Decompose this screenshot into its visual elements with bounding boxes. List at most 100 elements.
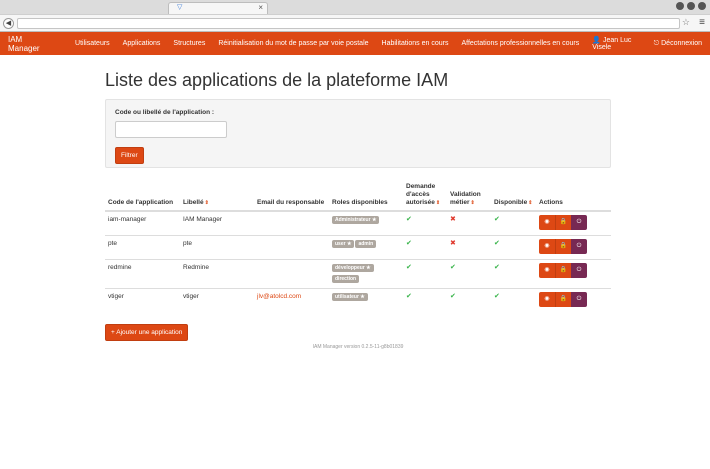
sort-icon: ⇕ bbox=[435, 200, 441, 206]
window-close-icon[interactable] bbox=[698, 2, 706, 10]
filter-button[interactable]: Filtrer bbox=[115, 147, 144, 164]
cell-validation: ✔ bbox=[447, 258, 491, 288]
role-badge: direction bbox=[332, 274, 360, 283]
cell-validation: ✖ bbox=[447, 234, 491, 259]
check-icon: ✔ bbox=[406, 239, 412, 247]
cell-disponible: ✔ bbox=[491, 287, 536, 312]
power-icon[interactable]: ⏻ bbox=[571, 215, 587, 230]
cell-roles: développeur ★ direction bbox=[329, 258, 403, 288]
cell-actions: ◉ 🔒 ⏻ bbox=[536, 210, 611, 235]
main-content: Liste des applications de la plateforme … bbox=[105, 70, 611, 350]
role-badge: utilisateur ★ bbox=[332, 292, 368, 301]
header-email: Email du responsable bbox=[254, 181, 329, 212]
browser-menu-icon[interactable]: ≡ bbox=[699, 17, 705, 28]
tab-close-icon[interactable]: × bbox=[258, 3, 263, 13]
cell-libelle: pte bbox=[180, 234, 254, 259]
logout-icon: ⎋ bbox=[653, 39, 660, 47]
cell-roles: user ★ admin bbox=[329, 234, 403, 259]
cell-email: jlv@atolcd.com bbox=[254, 287, 329, 312]
view-eye-icon[interactable]: ◉ bbox=[539, 215, 555, 230]
applications-table: Code de l'application Libellé⇕ Email du … bbox=[105, 181, 611, 312]
cell-roles: Administrateur ★ bbox=[329, 210, 403, 235]
cell-actions: ◉ 🔒 ⏻ bbox=[536, 234, 611, 259]
table-row: vtiger vtiger jlv@atolcd.com utilisateur… bbox=[105, 287, 611, 312]
view-eye-icon[interactable]: ◉ bbox=[539, 238, 555, 254]
cell-demande: ✔ bbox=[403, 234, 447, 259]
nav-item-applications[interactable]: Applications bbox=[123, 40, 161, 47]
cell-disponible: ✔ bbox=[491, 258, 536, 288]
sort-icon: ⇕ bbox=[204, 200, 209, 206]
power-icon[interactable]: ⏻ bbox=[571, 238, 587, 254]
cell-actions: ◉ 🔒 ⏻ bbox=[536, 287, 611, 312]
table-header-row: Code de l'application Libellé⇕ Email du … bbox=[105, 181, 611, 212]
filter-label: Code ou libellé de l'application : bbox=[115, 109, 215, 116]
check-icon: ✔ bbox=[494, 292, 500, 300]
lock-icon[interactable]: 🔒 bbox=[555, 291, 571, 307]
role-badge: Administrateur ★ bbox=[332, 216, 380, 224]
email-link[interactable]: jlv@atolcd.com bbox=[257, 293, 301, 300]
bookmark-star-icon[interactable]: ☆ bbox=[682, 17, 690, 28]
header-actions: Actions bbox=[536, 181, 611, 212]
check-icon: ✔ bbox=[406, 292, 412, 300]
check-icon: ✔ bbox=[450, 263, 456, 271]
window-controls bbox=[676, 2, 706, 10]
role-badge: user ★ bbox=[332, 239, 355, 248]
brand-link[interactable]: IAM Manager bbox=[8, 35, 51, 53]
table-row: redmine Redmine développeur ★ direction ✔… bbox=[105, 258, 611, 288]
page-title: Liste des applications de la plateforme … bbox=[105, 70, 449, 90]
header-libelle[interactable]: Libellé⇕ bbox=[180, 181, 254, 212]
cell-libelle: Redmine bbox=[180, 258, 254, 288]
add-application-button[interactable]: + Ajouter une application bbox=[105, 324, 189, 341]
cell-validation: ✔ bbox=[447, 287, 491, 312]
nav-user-link[interactable]: 👤 Jean Luc Visele bbox=[592, 36, 639, 51]
view-eye-icon[interactable]: ◉ bbox=[539, 262, 555, 278]
sort-icon: ⇕ bbox=[528, 200, 533, 206]
browser-chrome: ▽ × ◀ ☆ ≡ bbox=[0, 0, 710, 32]
nav-item-reinitialisation[interactable]: Réinitialisation du mot de passe par voi… bbox=[218, 40, 368, 47]
cell-email bbox=[254, 234, 329, 259]
nav-right: 👤 Jean Luc Visele ⎋ Déconnexion bbox=[592, 36, 702, 51]
url-bar[interactable] bbox=[17, 18, 680, 29]
filter-input[interactable] bbox=[115, 121, 227, 138]
view-eye-icon[interactable]: ◉ bbox=[539, 291, 555, 307]
window-maximize-icon[interactable] bbox=[687, 2, 695, 10]
cell-demande: ✔ bbox=[403, 258, 447, 288]
cell-actions: ◉ 🔒 ⏻ bbox=[536, 258, 611, 288]
header-validation[interactable]: Validation métier⇕ bbox=[447, 181, 491, 212]
nav-item-habilitations[interactable]: Habilitations en cours bbox=[382, 40, 449, 47]
nav-logout-link[interactable]: ⎋ Déconnexion bbox=[654, 40, 702, 48]
filter-panel: Code ou libellé de l'application : Filtr… bbox=[105, 99, 611, 168]
check-icon: ✔ bbox=[494, 216, 500, 223]
window-minimize-icon[interactable] bbox=[676, 2, 684, 10]
back-icon[interactable]: ◀ bbox=[3, 18, 14, 29]
sort-icon: ⇕ bbox=[470, 200, 475, 206]
header-code[interactable]: Code de l'application bbox=[105, 181, 180, 212]
cell-code: iam-manager bbox=[105, 210, 180, 235]
table-row: iam-manager IAM Manager Administrateur ★… bbox=[105, 210, 611, 235]
cell-email bbox=[254, 210, 329, 235]
cell-email bbox=[254, 258, 329, 288]
lock-icon[interactable]: 🔒 bbox=[555, 238, 571, 254]
cell-roles: utilisateur ★ bbox=[329, 287, 403, 312]
cell-disponible: ✔ bbox=[491, 210, 536, 235]
header-disponible[interactable]: Disponible⇕ bbox=[491, 181, 536, 212]
power-icon[interactable]: ⏻ bbox=[571, 291, 587, 307]
footer-version: IAM Manager version 0.2.5-11-g8b01839 bbox=[312, 344, 404, 350]
lock-icon[interactable]: 🔒 bbox=[555, 215, 571, 230]
user-icon: 👤 bbox=[592, 37, 601, 44]
lock-icon[interactable]: 🔒 bbox=[555, 262, 571, 278]
cell-libelle: vtiger bbox=[180, 287, 254, 312]
cell-code: redmine bbox=[105, 258, 180, 288]
header-demande[interactable]: Demande d'accès autorisée⇕ bbox=[403, 181, 447, 212]
nav-item-affectations[interactable]: Affectations professionnelles en cours bbox=[461, 40, 579, 47]
top-navbar: IAM Manager Utilisateurs Applications St… bbox=[0, 32, 710, 55]
logout-label: Déconnexion bbox=[661, 39, 702, 47]
cell-disponible: ✔ bbox=[491, 234, 536, 259]
nav-item-structures[interactable]: Structures bbox=[173, 40, 205, 47]
browser-tab[interactable]: ▽ × bbox=[168, 2, 268, 14]
cell-validation: ✖ bbox=[447, 210, 491, 235]
power-icon[interactable]: ⏻ bbox=[571, 262, 587, 278]
check-icon: ✔ bbox=[406, 263, 412, 271]
nav-item-utilisateurs[interactable]: Utilisateurs bbox=[75, 40, 110, 47]
cross-icon: ✖ bbox=[450, 216, 456, 223]
